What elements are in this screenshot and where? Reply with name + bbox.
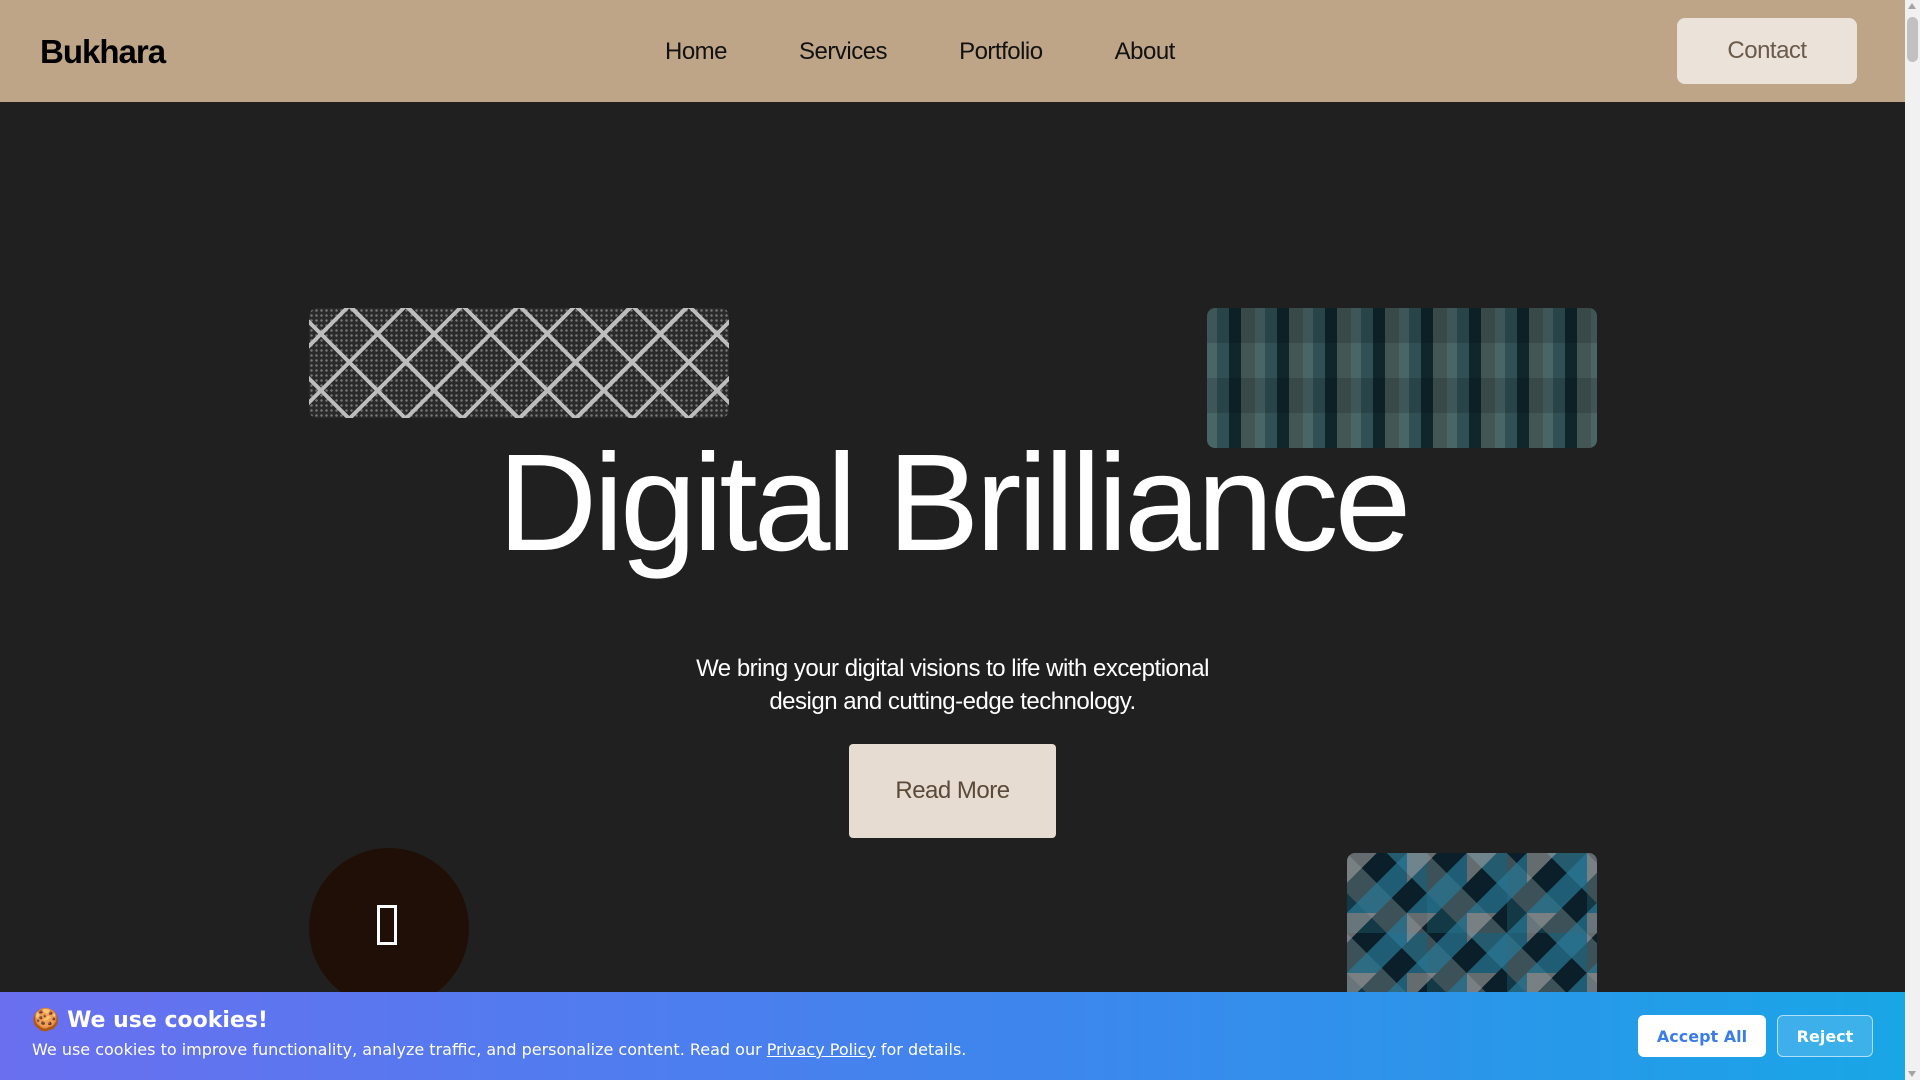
nav-services[interactable]: Services xyxy=(799,38,888,66)
scroll-down-arrow-icon[interactable] xyxy=(1908,1071,1916,1077)
contact-button[interactable]: Contact xyxy=(1677,18,1857,84)
hero-subtitle-line1: We bring your digital visions to life wi… xyxy=(696,655,1209,682)
icon-circle xyxy=(309,848,469,1008)
vertical-scrollbar[interactable] xyxy=(1905,0,1920,1080)
privacy-policy-link[interactable]: Privacy Policy xyxy=(767,1040,876,1059)
accept-all-button[interactable]: Accept All xyxy=(1638,1015,1766,1057)
main-nav: Home Services Portfolio About xyxy=(665,38,1247,66)
site-logo[interactable]: Bukhara xyxy=(40,33,166,71)
cookie-banner: 🍪 We use cookies! We use cookies to impr… xyxy=(0,992,1905,1080)
cookie-text-after: for details. xyxy=(875,1040,967,1059)
cookie-text-before: We use cookies to improve functionality,… xyxy=(32,1040,767,1059)
site-header: Bukhara Home Services Portfolio About Co… xyxy=(0,0,1905,102)
cookie-description: We use cookies to improve functionality,… xyxy=(32,1040,966,1059)
read-more-button[interactable]: Read More xyxy=(849,744,1056,838)
hero-subtitle-line2: design and cutting-edge technology. xyxy=(769,688,1136,715)
cookie-title-text: We use cookies! xyxy=(67,1008,268,1033)
diamond-texture-image xyxy=(309,308,729,418)
nav-portfolio[interactable]: Portfolio xyxy=(959,38,1043,66)
missing-glyph-icon xyxy=(377,905,397,945)
hero-title: Digital Brilliance xyxy=(497,426,1412,580)
reject-button[interactable]: Reject xyxy=(1777,1015,1873,1057)
cookie-title: 🍪 We use cookies! xyxy=(32,1008,268,1033)
scroll-up-arrow-icon[interactable] xyxy=(1908,3,1916,9)
scrollbar-thumb[interactable] xyxy=(1907,17,1918,62)
cookie-icon: 🍪 xyxy=(32,1008,60,1033)
hero-subtitle: We bring your digital visions to life wi… xyxy=(690,652,1215,718)
nav-about[interactable]: About xyxy=(1115,38,1176,66)
nav-home[interactable]: Home xyxy=(665,38,728,66)
